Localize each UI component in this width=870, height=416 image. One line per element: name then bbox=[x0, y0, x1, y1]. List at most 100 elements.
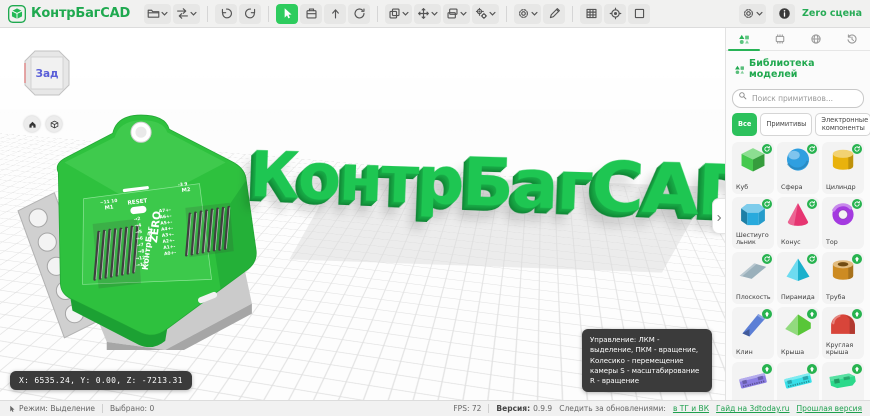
arrow-up-icon bbox=[329, 7, 342, 20]
scene-name[interactable]: Zero сцена bbox=[802, 8, 862, 19]
tab-history[interactable] bbox=[834, 28, 870, 50]
import-export-button[interactable] bbox=[173, 3, 201, 24]
tab-world[interactable] bbox=[798, 28, 834, 50]
copy-button[interactable] bbox=[385, 3, 413, 24]
view-cube[interactable]: Зад bbox=[22, 48, 72, 98]
version-label: Версия: bbox=[496, 404, 531, 413]
library-item-label: Крыша bbox=[781, 349, 805, 357]
link-guide[interactable]: Гайд на 3dtoday.ru bbox=[716, 404, 790, 413]
sync-badge-icon[interactable] bbox=[762, 254, 772, 265]
upload-badge-icon[interactable] bbox=[762, 364, 772, 375]
measure-button[interactable] bbox=[543, 3, 566, 24]
toolbar-right: Zero сцена bbox=[739, 3, 862, 24]
settings-button[interactable] bbox=[514, 3, 542, 24]
library-item-3[interactable]: Шестиугольник bbox=[732, 197, 774, 250]
caret-down-icon bbox=[161, 10, 168, 17]
duplicate-button[interactable] bbox=[443, 3, 471, 24]
library-item-5[interactable]: Тор bbox=[822, 197, 864, 250]
library-item-14[interactable]: Uno bbox=[822, 362, 864, 400]
library-item-2[interactable]: Цилиндр bbox=[822, 142, 864, 195]
library-item-9[interactable]: Клин bbox=[732, 307, 774, 360]
shapes-icon bbox=[738, 33, 750, 45]
filter-chip-0[interactable]: Все bbox=[732, 113, 758, 137]
move-icon bbox=[417, 7, 430, 20]
library-item-12[interactable]: Нано bbox=[732, 362, 774, 400]
app-logo-cube-icon bbox=[8, 4, 26, 23]
snap-button[interactable] bbox=[604, 3, 627, 24]
redo-button[interactable] bbox=[239, 3, 262, 24]
tab-library[interactable] bbox=[726, 28, 762, 51]
library-item-11[interactable]: Круглая крыша bbox=[822, 307, 864, 360]
app-logo[interactable]: КонтрБагCAD bbox=[8, 4, 131, 23]
library-header: Библиотека моделей bbox=[726, 51, 870, 84]
filter-chip-2[interactable]: Электронные компоненты bbox=[815, 113, 870, 137]
select-tool-button[interactable] bbox=[276, 3, 299, 24]
upload-badge-icon[interactable] bbox=[852, 309, 862, 320]
top-toolbar: КонтрБагCAD Zero сцена bbox=[0, 0, 870, 28]
globe-icon bbox=[810, 33, 822, 45]
workplane-button[interactable] bbox=[300, 3, 323, 24]
upload-badge-icon[interactable] bbox=[852, 254, 862, 265]
toolbar-divider bbox=[572, 5, 574, 22]
link-social[interactable]: в ТГ и ВК bbox=[673, 404, 709, 413]
grid-settings-button[interactable] bbox=[580, 3, 603, 24]
library-item-1[interactable]: Сфера bbox=[777, 142, 819, 195]
library-item-4[interactable]: Конус bbox=[777, 197, 819, 250]
filter-chip-1[interactable]: Примитивы bbox=[760, 113, 813, 137]
caret-down-icon bbox=[431, 10, 438, 17]
toolbar-divider bbox=[377, 5, 379, 22]
target-icon bbox=[609, 7, 622, 20]
library-item-0[interactable]: Куб bbox=[732, 142, 774, 195]
library-item-10[interactable]: Крыша bbox=[777, 307, 819, 360]
upload-badge-icon[interactable] bbox=[852, 364, 862, 375]
filter-chips: ВсеПримитивыЭлектронные компонентыСообщ bbox=[726, 113, 870, 142]
link-previous-version[interactable]: Прошлая версия bbox=[797, 404, 862, 413]
sync-icon bbox=[353, 7, 366, 20]
search-input[interactable] bbox=[732, 89, 864, 108]
library-item-6[interactable]: Плоскость bbox=[732, 252, 774, 305]
library-panel: Библиотека моделей ВсеПримитивыЭлектронн… bbox=[725, 28, 870, 400]
open-project-button[interactable] bbox=[144, 3, 172, 24]
library-item-label: Сфера bbox=[781, 184, 803, 192]
sync-badge-icon[interactable] bbox=[852, 144, 862, 155]
upload-badge-icon[interactable] bbox=[807, 364, 817, 375]
frame-icon bbox=[633, 7, 646, 20]
viewport-3d[interactable]: Зад RESET ~11 10 M1 -3 9 M2 КонтрБаг ZER… bbox=[0, 28, 725, 400]
home-icon bbox=[28, 120, 37, 129]
undo-button[interactable] bbox=[215, 3, 238, 24]
library-item-7[interactable]: Пирамида bbox=[777, 252, 819, 305]
home-view-button[interactable] bbox=[24, 116, 40, 132]
view-cube-label: Зад bbox=[35, 68, 58, 80]
raise-button[interactable] bbox=[324, 3, 347, 24]
controller-model[interactable]: RESET ~11 10 M1 -3 9 M2 КонтрБаг ZERO →2… bbox=[14, 110, 266, 350]
view-settings-button[interactable] bbox=[739, 3, 767, 24]
toolbar-groups bbox=[144, 3, 651, 24]
sync-badge-icon[interactable] bbox=[762, 144, 772, 155]
sync-badge-icon[interactable] bbox=[807, 144, 817, 155]
library-item-13[interactable]: Нано bbox=[777, 362, 819, 400]
app-title: КонтрБагCAD bbox=[31, 6, 131, 21]
caret-down-icon bbox=[756, 10, 763, 17]
info-button[interactable] bbox=[773, 3, 796, 24]
reset-rotation-button[interactable] bbox=[348, 3, 371, 24]
sync-badge-icon[interactable] bbox=[762, 199, 772, 210]
panel-collapse-handle[interactable] bbox=[712, 198, 725, 234]
library-item-label: Тор bbox=[826, 239, 838, 247]
frame-button[interactable] bbox=[628, 3, 651, 24]
transform-settings-button[interactable] bbox=[472, 3, 500, 24]
upload-badge-icon[interactable] bbox=[807, 309, 817, 320]
sync-badge-icon[interactable] bbox=[807, 254, 817, 265]
controls-hint-tooltip: Управление: ЛКМ - выделение, ПКМ - враще… bbox=[582, 329, 712, 392]
library-item-8[interactable]: Труба bbox=[822, 252, 864, 305]
svg-text:→12: →12 bbox=[135, 255, 146, 262]
tab-components[interactable] bbox=[762, 28, 798, 50]
sync-badge-icon[interactable] bbox=[807, 199, 817, 210]
upload-badge-icon[interactable] bbox=[762, 309, 772, 320]
gear-icon bbox=[517, 7, 530, 20]
fit-view-button[interactable] bbox=[46, 116, 62, 132]
move-button[interactable] bbox=[414, 3, 442, 24]
svg-text:→13: →13 bbox=[136, 261, 147, 268]
sync-badge-icon[interactable] bbox=[852, 199, 862, 210]
library-item-label: Пирамида bbox=[781, 294, 815, 302]
library-item-label: Куб bbox=[736, 184, 749, 192]
